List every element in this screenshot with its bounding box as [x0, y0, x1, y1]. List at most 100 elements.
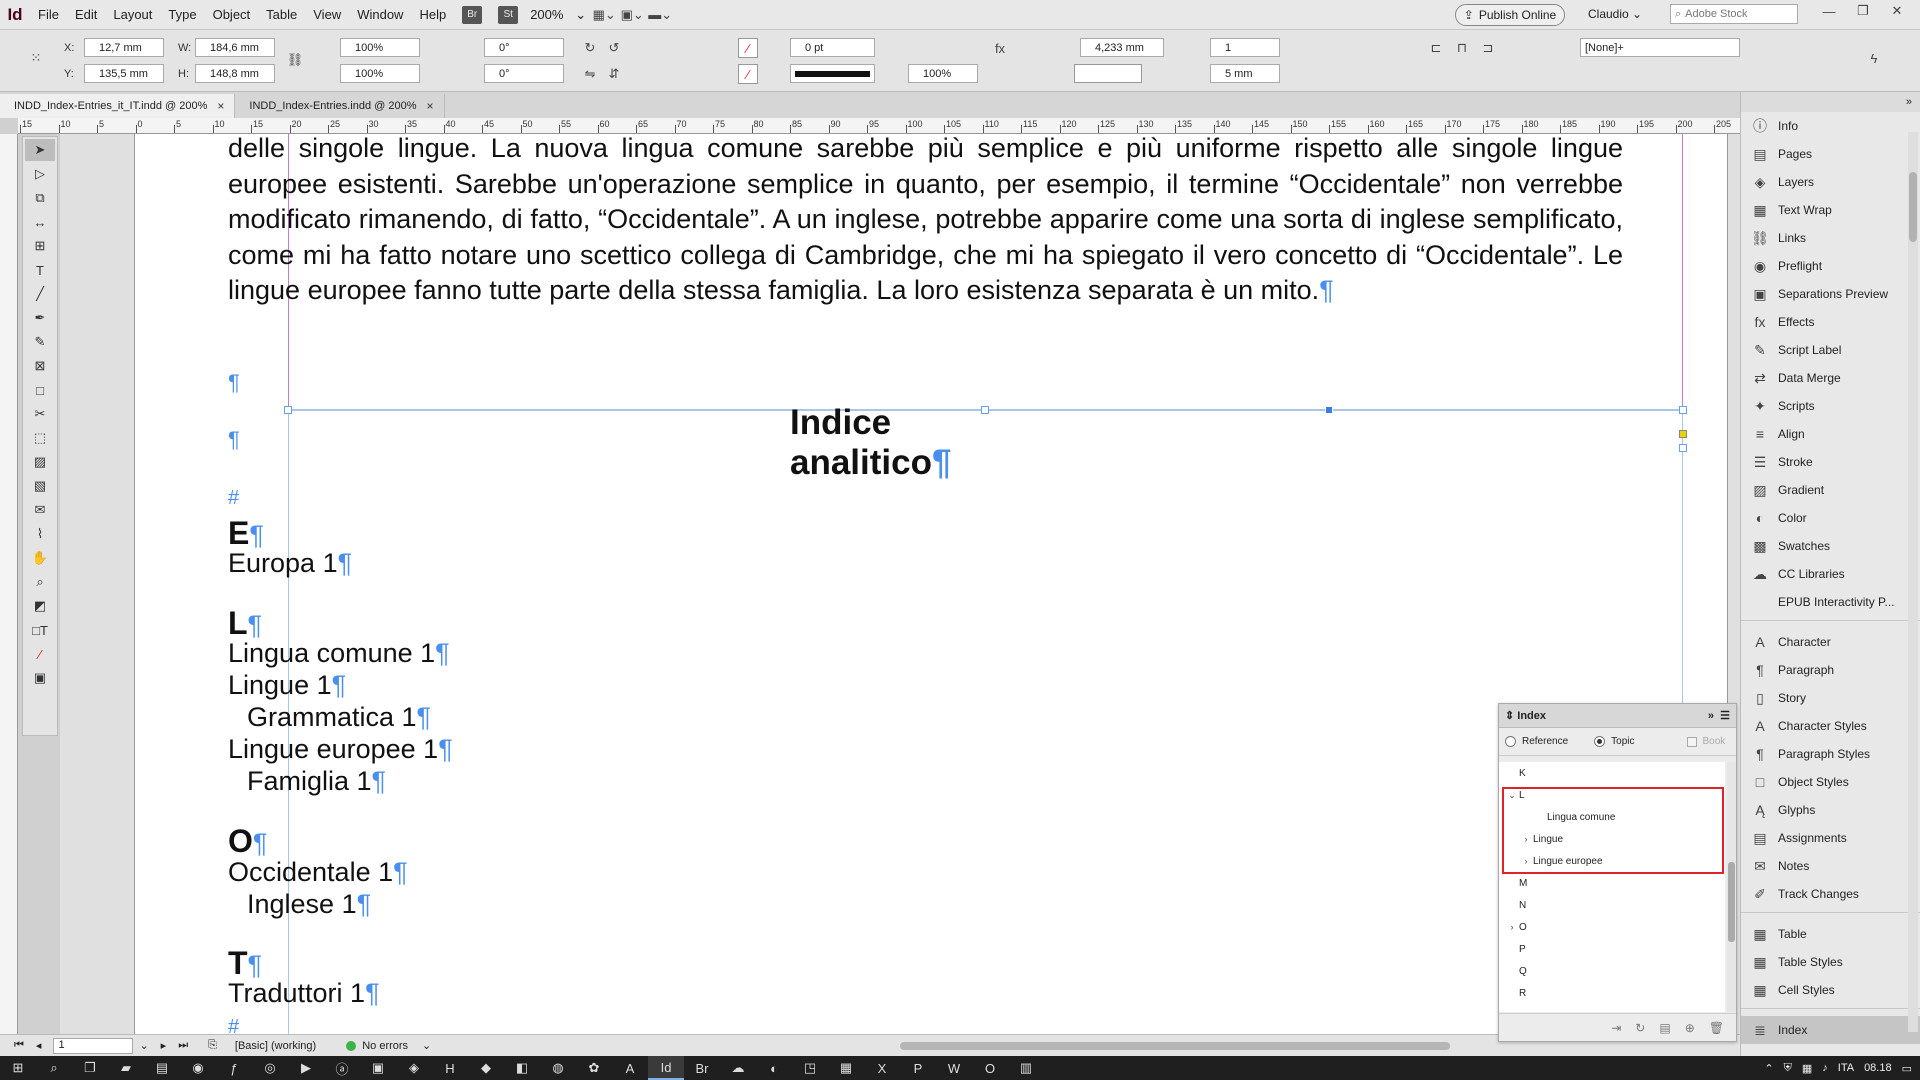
index-entry[interactable]: Traduttori 1¶ [228, 978, 380, 1009]
apply-none-icon[interactable]: ⁄ [25, 643, 55, 665]
goto-marker-icon[interactable]: ⇥ [1611, 1021, 1621, 1035]
flip-horizontal-icon[interactable]: ⇋ [580, 64, 600, 84]
frame-handle[interactable] [981, 406, 989, 414]
notes-icon[interactable]: ▣ [360, 1056, 396, 1080]
acrobat-icon[interactable]: ⓐ [324, 1056, 360, 1080]
last-page-icon[interactable]: ⏭ [178, 1039, 188, 1052]
dock-item-align[interactable]: ≡ Align [1741, 420, 1920, 448]
y-field[interactable]: 135,5 mm [84, 64, 164, 83]
menu-edit[interactable]: Edit [67, 7, 105, 22]
menu-object[interactable]: Object [205, 7, 259, 22]
menu-type[interactable]: Type [160, 7, 204, 22]
formatting-affects-icon[interactable]: □T [25, 619, 55, 641]
close-icon[interactable]: × [426, 99, 433, 113]
app-icon[interactable]: ▦ [828, 1056, 864, 1080]
firefox-icon[interactable]: ◉ [180, 1056, 216, 1080]
powerpoint-icon[interactable]: P [900, 1056, 936, 1080]
bridge-taskbar-icon[interactable]: Br [684, 1056, 720, 1080]
screen-mode-icon[interactable]: ▣⌄ [618, 5, 646, 25]
onedrive-icon[interactable]: ☁ [720, 1056, 756, 1080]
index-subentry[interactable]: Grammatica 1¶ [228, 702, 431, 733]
next-page-icon[interactable]: ▸ [161, 1039, 167, 1052]
rectangle-tool-icon[interactable]: □ [25, 379, 55, 401]
app-icon[interactable]: ▥ [1008, 1056, 1044, 1080]
menu-help[interactable]: Help [411, 7, 454, 22]
topic-radio[interactable] [1594, 736, 1606, 747]
task-view-icon[interactable]: ❐ [72, 1056, 108, 1080]
collapse-icon[interactable]: » [1906, 96, 1912, 108]
filezilla-icon[interactable]: ƒ [216, 1056, 252, 1080]
preflight-status[interactable]: No errors [362, 1040, 408, 1052]
h-field[interactable]: 148,8 mm [195, 64, 275, 83]
opacity-field[interactable]: 100% [908, 64, 978, 83]
tab-document-en[interactable]: INDD_Index-Entries.indd @ 200% × [235, 94, 445, 118]
x-field[interactable]: 12,7 mm [84, 38, 164, 57]
chrome-icon[interactable]: ◎ [252, 1056, 288, 1080]
text-frame-index[interactable] [288, 410, 1683, 1034]
excel-icon[interactable]: X [864, 1056, 900, 1080]
chevron-up-icon[interactable]: ⌃ [1764, 1062, 1773, 1075]
scale-y-field[interactable]: 100% [340, 64, 420, 83]
indesign-taskbar-icon[interactable]: Id [648, 1056, 684, 1080]
index-letter-heading[interactable]: L¶ [228, 605, 262, 642]
dock-item-info[interactable]: ⓘ Info [1741, 112, 1920, 140]
index-entry[interactable]: Occidentale 1¶ [228, 857, 408, 888]
body-paragraph[interactable]: delle singole lingue. La nuova lingua co… [228, 131, 1623, 309]
content-collector-icon[interactable]: ⊞ [25, 235, 55, 257]
stroke-type-select[interactable] [790, 64, 875, 83]
file-explorer-icon[interactable]: ▰ [108, 1056, 144, 1080]
menu-file[interactable]: File [30, 7, 67, 22]
dock-item-story[interactable]: ▯ Story [1741, 684, 1920, 712]
dock-item-data-merge[interactable]: ⇄ Data Merge [1741, 364, 1920, 392]
app-icon[interactable]: ◐ [756, 1056, 792, 1080]
app-icon[interactable]: ◧ [504, 1056, 540, 1080]
dock-item-notes[interactable]: ✉ Notes [1741, 852, 1920, 880]
page-tool-icon[interactable]: ⧉ [25, 187, 55, 209]
direct-selection-tool-icon[interactable]: ▷ [25, 163, 55, 185]
dock-item-swatches[interactable]: ▩ Swatches [1741, 532, 1920, 560]
rectangle-frame-tool-icon[interactable]: ⊠ [25, 355, 55, 377]
book-checkbox[interactable] [1686, 736, 1697, 747]
page-number-field[interactable]: 1 [53, 1037, 134, 1054]
columns-field[interactable]: 1 [1210, 38, 1280, 57]
preflight-profile[interactable]: [Basic] (working) [235, 1040, 316, 1052]
new-entry-icon[interactable]: ⊕ [1685, 1021, 1695, 1035]
index-entry[interactable]: Europa 1¶ [228, 548, 352, 579]
fill-none-icon[interactable]: ⁄ [738, 38, 758, 58]
chevron-updown-icon[interactable]: ⇕ [1505, 710, 1514, 722]
dock-item-preflight[interactable]: ◉ Preflight [1741, 252, 1920, 280]
frame-handle[interactable] [1679, 406, 1687, 414]
notifications-icon[interactable]: ▭ [1902, 1062, 1912, 1075]
dock-item-script-label[interactable]: ✎ Script Label [1741, 336, 1920, 364]
pen-tool-icon[interactable]: ✒ [25, 307, 55, 329]
gradient-tool-icon[interactable]: ▨ [25, 451, 55, 473]
app-icon[interactable]: ◍ [540, 1056, 576, 1080]
restore-icon[interactable]: ❐ [1846, 0, 1880, 22]
text-out-port[interactable] [1679, 430, 1687, 438]
publish-online-button[interactable]: ⇪ Publish Online [1455, 4, 1565, 26]
dock-item-links[interactable]: ⛓ Links [1741, 224, 1920, 252]
dock-item-color[interactable]: ◐ Color [1741, 504, 1920, 532]
dock-scroll-thumb[interactable] [1909, 172, 1917, 242]
reference-radio[interactable] [1505, 736, 1516, 747]
network-icon[interactable]: ▦ [1802, 1062, 1812, 1075]
dock-item-effects[interactable]: fx Effects [1741, 308, 1920, 336]
app-icon[interactable]: ◳ [792, 1056, 828, 1080]
reference-point-icon[interactable]: ⁙ [26, 48, 46, 68]
frame-handle[interactable] [1679, 444, 1687, 452]
word-icon[interactable]: W [936, 1056, 972, 1080]
lightning-icon[interactable]: ϟ [1864, 48, 1884, 68]
rotation-field[interactable]: 0° [484, 38, 564, 57]
open-page-icon[interactable]: ⎘ [208, 1039, 217, 1052]
w-field[interactable]: 184,6 mm [195, 38, 275, 57]
windows-start-icon[interactable]: ⊞ [0, 1056, 36, 1080]
dock-item-pages[interactable]: ▤ Pages [1741, 140, 1920, 168]
dock-item-gradient[interactable]: ▨ Gradient [1741, 476, 1920, 504]
app-icon[interactable]: ✿ [576, 1056, 612, 1080]
menu-table[interactable]: Table [258, 7, 305, 22]
app-icon[interactable]: ◆ [468, 1056, 504, 1080]
first-page-icon[interactable]: ⏮ [14, 1039, 24, 1052]
chevron-down-icon[interactable]: ⌄ [139, 1039, 148, 1052]
zoom-tool-icon[interactable]: ⌕ [25, 571, 55, 593]
index-entry[interactable]: Lingue europee 1¶ [228, 734, 453, 765]
